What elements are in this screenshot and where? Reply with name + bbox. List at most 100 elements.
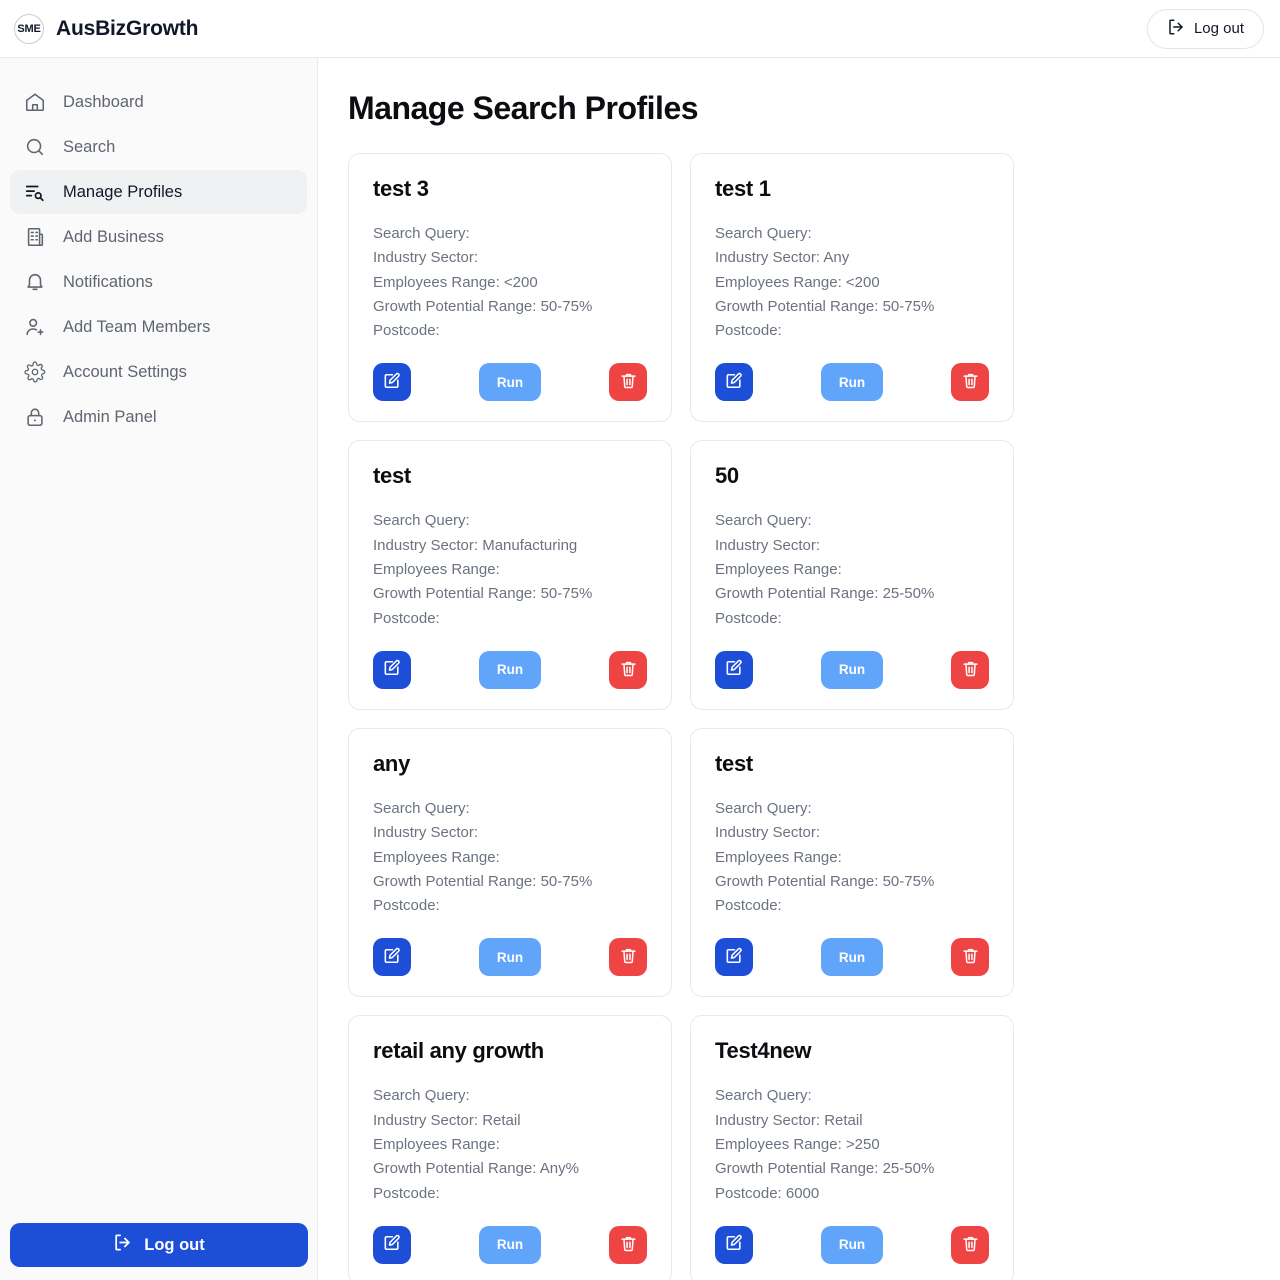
profile-search-query: Search Query: <box>715 1087 812 1105</box>
delete-profile-button[interactable] <box>609 650 647 689</box>
delete-profile-button[interactable] <box>609 363 647 402</box>
profile-postcode: Postcode: <box>373 322 440 340</box>
run-profile-button[interactable]: Run <box>821 363 883 402</box>
profile-postcode: Postcode: 6000 <box>715 1184 820 1202</box>
trash-icon <box>961 946 980 968</box>
delete-profile-button[interactable] <box>951 650 989 689</box>
bell-icon <box>24 271 46 293</box>
run-profile-button[interactable]: Run <box>479 363 541 402</box>
sidebar-item-dashboard[interactable]: Dashboard <box>10 80 307 124</box>
profile-details: Search Query: Industry Sector: Any Employe… <box>715 222 989 343</box>
profile-industry-sector: Industry Sector: Retail <box>715 1111 863 1129</box>
sidebar-item-add-business[interactable]: Add Business <box>10 215 307 259</box>
profile-actions: Run <box>715 1225 989 1264</box>
profile-industry-sector: Industry Sector: <box>715 824 821 842</box>
profile-details: Search Query: Industry Sector: Employees R… <box>373 797 647 918</box>
profile-growth-potential-range: Growth Potential Range: 50-75% <box>373 297 593 315</box>
sidebar-logout-label: Log out <box>144 1235 205 1254</box>
sidebar-item-manage-profiles[interactable]: Manage Profiles <box>10 170 307 214</box>
profile-search-query: Search Query: <box>373 1087 470 1105</box>
profile-employees-range: Employees Range: <200 <box>715 273 880 291</box>
sidebar-item-add-team-members[interactable]: Add Team Members <box>10 305 307 349</box>
profile-details: Search Query: Industry Sector: Retail Empl… <box>373 1084 647 1205</box>
profile-title: 50 <box>715 463 739 489</box>
profile-title: test 3 <box>373 176 429 201</box>
profile-employees-range: Employees Range: <box>373 1136 500 1154</box>
search-profile-card: Test4new Search Query: Industry Sector: Re… <box>690 1015 1014 1280</box>
profile-postcode: Postcode: <box>715 897 782 915</box>
trash-icon <box>961 1234 980 1256</box>
sidebar-item-label: Manage Profiles <box>63 182 183 201</box>
edit-pencil-icon <box>382 371 402 394</box>
sidebar-item-label: Search <box>63 137 116 156</box>
profile-actions: Run <box>715 650 989 689</box>
search-profile-card: test 1 Search Query: Industry Sector: Any E… <box>690 153 1014 423</box>
topbar-logout-button[interactable]: Log out <box>1146 8 1264 49</box>
run-profile-button[interactable]: Run <box>479 938 541 977</box>
list-search-icon <box>24 181 46 203</box>
delete-profile-button[interactable] <box>951 1225 989 1264</box>
logout-icon <box>113 1233 132 1257</box>
delete-profile-button[interactable] <box>951 363 989 402</box>
run-profile-button[interactable]: Run <box>479 650 541 689</box>
run-profile-button[interactable]: Run <box>821 938 883 977</box>
edit-pencil-icon <box>382 1233 402 1256</box>
trash-icon <box>619 1234 638 1256</box>
profile-search-query: Search Query: <box>715 799 812 817</box>
search-profile-card: retail any growth Search Query: Industry S… <box>348 1015 672 1280</box>
profile-details: Search Query: Industry Sector: Retail Empl… <box>715 1084 989 1205</box>
delete-profile-button[interactable] <box>609 1225 647 1264</box>
sidebar-logout-button[interactable]: Log out <box>10 1223 308 1267</box>
profile-actions: Run <box>715 363 989 402</box>
trash-icon <box>961 659 980 681</box>
sidebar-item-label: Account Settings <box>63 362 187 381</box>
sidebar-item-notifications[interactable]: Notifications <box>10 260 307 304</box>
profile-industry-sector: Industry Sector: Manufacturing <box>373 536 578 554</box>
profile-title: test <box>715 750 753 776</box>
profile-postcode: Postcode: <box>373 609 440 627</box>
sidebar-item-search[interactable]: Search <box>10 125 307 169</box>
profile-growth-potential-range: Growth Potential Range: 25-50% <box>715 585 935 603</box>
profile-actions: Run <box>373 938 647 977</box>
profile-growth-potential-range: Growth Potential Range: 50-75% <box>373 585 593 603</box>
profile-employees-range: Employees Range: <box>715 561 842 579</box>
sidebar: Dashboard Search Manage Profiles Add Busine… <box>0 58 318 1280</box>
profile-growth-potential-range: Growth Potential Range: 50-75% <box>715 297 935 315</box>
edit-profile-button[interactable] <box>373 650 411 689</box>
edit-profile-button[interactable] <box>373 363 411 402</box>
profile-actions: Run <box>373 650 647 689</box>
profile-growth-potential-range: Growth Potential Range: 50-75% <box>715 872 935 890</box>
edit-profile-button[interactable] <box>373 938 411 977</box>
profile-details: Search Query: Industry Sector: Employees R… <box>715 509 989 630</box>
run-profile-button[interactable]: Run <box>821 650 883 689</box>
search-profile-card: test Search Query: Industry Sector: Manufa… <box>348 440 672 710</box>
run-profile-button[interactable]: Run <box>479 1225 541 1264</box>
edit-pencil-icon <box>382 946 402 969</box>
topbar-logout-label: Log out <box>1193 20 1244 37</box>
delete-profile-button[interactable] <box>951 938 989 977</box>
run-profile-button[interactable]: Run <box>821 1225 883 1264</box>
search-profiles-grid: test 3 Search Query: Industry Sector: Emplo… <box>348 153 1250 1280</box>
sidebar-item-account-settings[interactable]: Account Settings <box>10 350 307 394</box>
search-profile-card: 50 Search Query: Industry Sector: Employees… <box>690 440 1014 710</box>
profile-title: any <box>373 750 411 776</box>
edit-profile-button[interactable] <box>715 1225 753 1264</box>
trash-icon <box>619 371 638 393</box>
edit-profile-button[interactable] <box>373 1225 411 1264</box>
profile-actions: Run <box>373 363 647 402</box>
sidebar-nav: Dashboard Search Manage Profiles Add Busine… <box>10 80 307 439</box>
delete-profile-button[interactable] <box>609 938 647 977</box>
profile-details: Search Query: Industry Sector: Employees R… <box>715 797 989 918</box>
building-icon <box>24 226 46 248</box>
profile-postcode: Postcode: <box>373 1184 440 1202</box>
edit-profile-button[interactable] <box>715 938 753 977</box>
profile-growth-potential-range: Growth Potential Range: 25-50% <box>715 1160 935 1178</box>
edit-profile-button[interactable] <box>715 363 753 402</box>
brand-name: AusBizGrowth <box>56 16 199 40</box>
sidebar-item-label: Notifications <box>63 272 153 291</box>
brand-logo-icon: SME <box>14 13 44 44</box>
edit-profile-button[interactable] <box>715 650 753 689</box>
sidebar-item-admin-panel[interactable]: Admin Panel <box>10 395 307 439</box>
trash-icon <box>961 371 980 393</box>
search-profile-card: any Search Query: Industry Sector: Employee… <box>348 727 672 998</box>
